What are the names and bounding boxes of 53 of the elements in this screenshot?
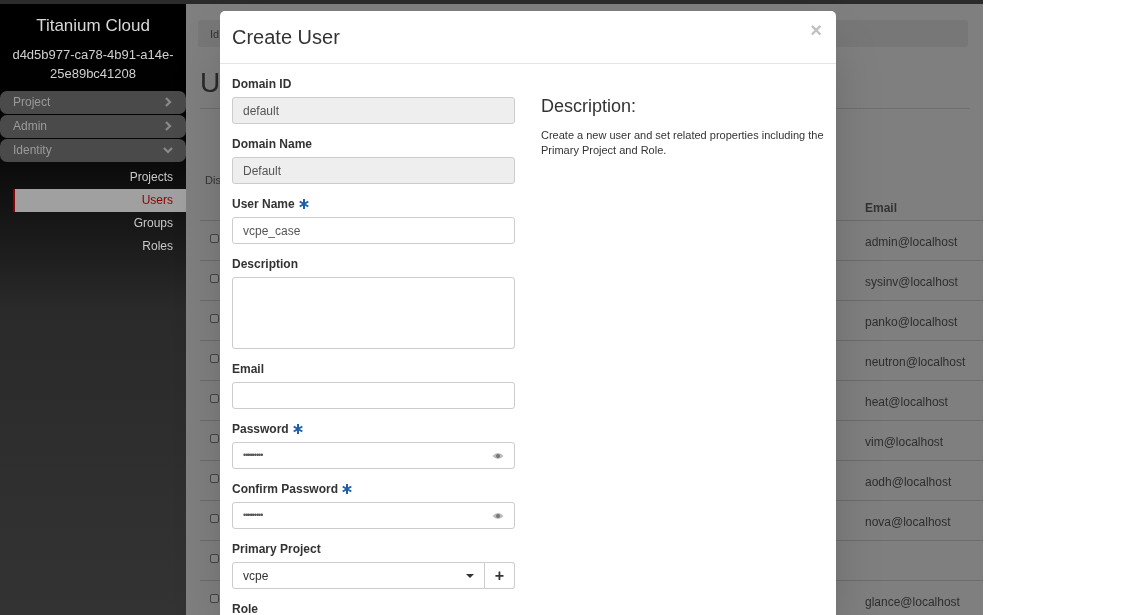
- input-field[interactable]: [232, 382, 515, 409]
- chevron-right-icon: [163, 97, 173, 107]
- row-checkbox[interactable]: [210, 474, 219, 483]
- password-field[interactable]: •••••••••: [232, 442, 515, 469]
- row-checkbox[interactable]: [210, 314, 219, 323]
- field-label: User Name: [232, 196, 295, 213]
- field-label: Primary Project: [232, 541, 321, 558]
- table-cell-text: glance@localhost: [865, 594, 960, 611]
- eye-icon[interactable]: [492, 451, 504, 460]
- table-cell-text: sysinv@localhost: [865, 274, 958, 291]
- input-field[interactable]: vcpe_case: [232, 217, 515, 244]
- field-label: Description: [232, 256, 298, 273]
- add-button[interactable]: +: [485, 562, 515, 589]
- row-checkbox[interactable]: [210, 234, 219, 243]
- chevron-down-icon: [163, 145, 173, 155]
- field-label: Role: [232, 601, 258, 615]
- nav-item[interactable]: Roles: [13, 234, 186, 258]
- row-checkbox[interactable]: [210, 434, 219, 443]
- table-cell-text: admin@localhost: [865, 234, 958, 251]
- nav-item[interactable]: Projects: [13, 165, 186, 189]
- field-label: Domain Name: [232, 136, 313, 153]
- row-checkbox[interactable]: [210, 274, 219, 283]
- table-cell-text: vim@localhost: [865, 434, 944, 451]
- table-cell-text: nova@localhost: [865, 514, 951, 531]
- dialog-title: Create User: [232, 25, 340, 50]
- table-cell-text: heat@localhost: [865, 394, 948, 411]
- description-text: Create a new user and set related properties including the Primary Project and Role.: [541, 128, 825, 158]
- table-cell-text: panko@localhost: [865, 314, 958, 331]
- eye-icon[interactable]: [492, 511, 504, 520]
- description-heading: Description:: [541, 95, 638, 118]
- field-label: Password: [232, 421, 289, 438]
- nav-item[interactable]: Users: [13, 188, 186, 212]
- password-field[interactable]: •••••••••: [232, 502, 515, 529]
- text-area[interactable]: [232, 277, 515, 349]
- region-id: d4d5b977-ca78-4b91-a14e-25e89bc41208: [11, 45, 175, 83]
- select-field[interactable]: vcpe: [232, 562, 485, 589]
- brand-title: Titanium Cloud: [35, 15, 151, 37]
- row-checkbox[interactable]: [210, 354, 219, 363]
- field-label: Confirm Password: [232, 481, 339, 498]
- table-cell-text: neutron@localhost: [865, 354, 966, 371]
- field-label: Email: [232, 361, 264, 378]
- nav-item[interactable]: Groups: [13, 211, 186, 235]
- chevron-right-icon: [163, 121, 173, 131]
- table-label: Dis: [205, 173, 221, 188]
- row-checkbox[interactable]: [210, 514, 219, 523]
- row-checkbox[interactable]: [210, 554, 219, 563]
- field-label: Domain ID: [232, 76, 292, 93]
- row-checkbox[interactable]: [210, 394, 219, 403]
- caret-down-icon: [466, 573, 474, 578]
- table-cell-text: aodh@localhost: [865, 474, 952, 491]
- column-header: Email: [865, 200, 897, 217]
- page-title: U: [200, 66, 221, 100]
- row-checkbox[interactable]: [210, 594, 219, 603]
